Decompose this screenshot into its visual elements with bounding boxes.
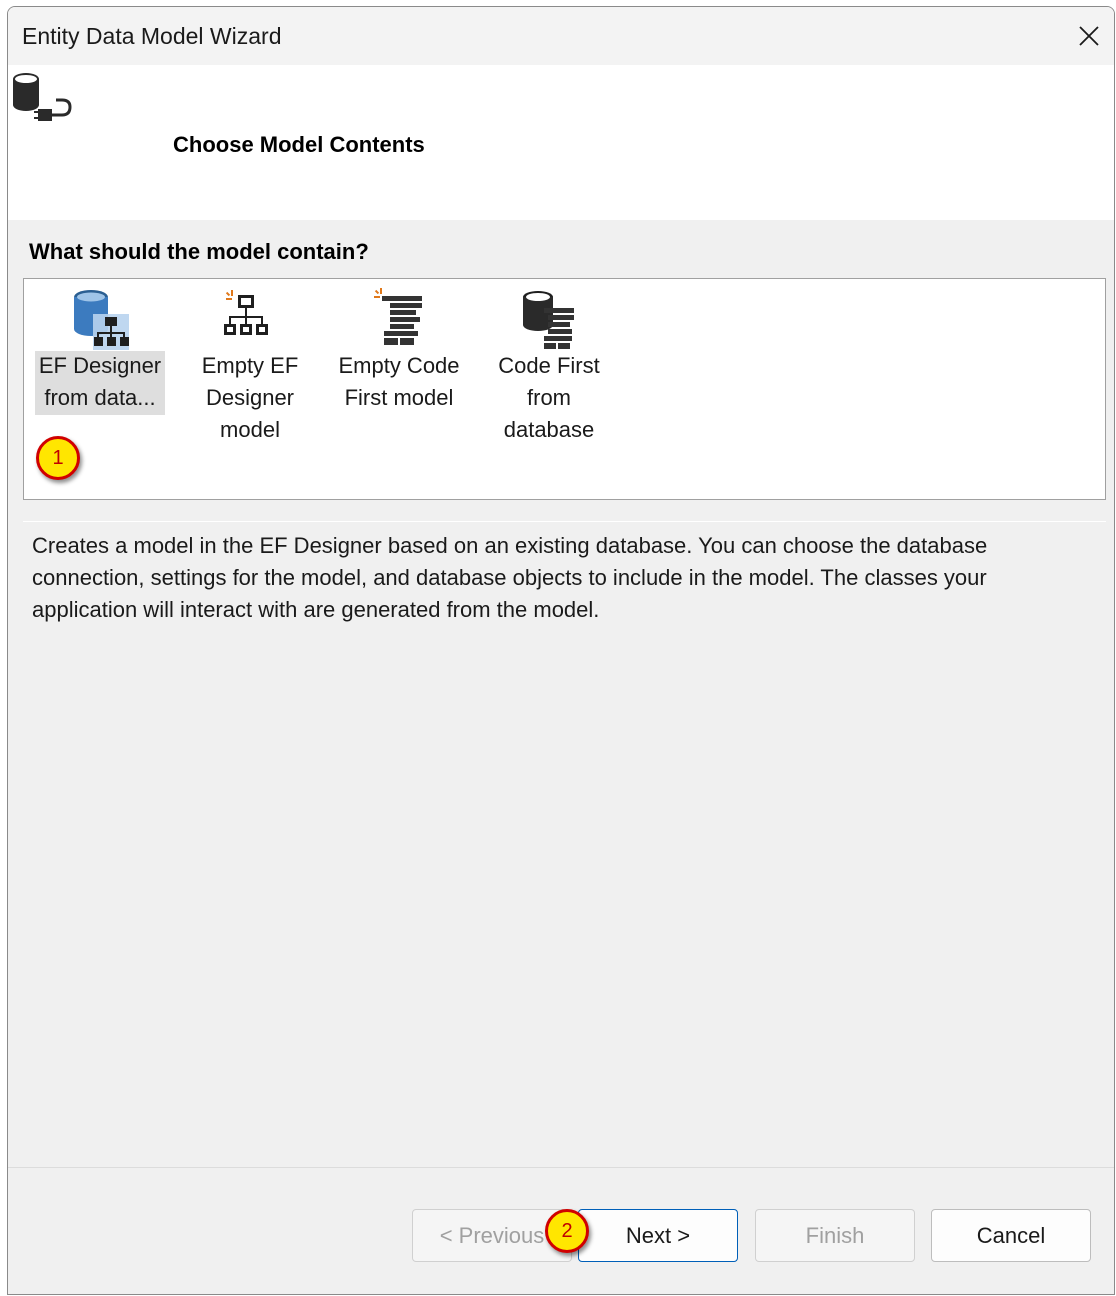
code-first-database-icon bbox=[515, 285, 583, 353]
option-empty-code-first-model[interactable]: Empty Code First model bbox=[329, 279, 469, 429]
option-label: EF Designer from data... bbox=[38, 353, 162, 410]
question-label: What should the model contain? bbox=[29, 239, 369, 264]
empty-code-first-icon bbox=[365, 285, 433, 353]
page-title: Choose Model Contents bbox=[173, 132, 425, 157]
option-ef-designer-from-database[interactable]: EF Designer from data... bbox=[30, 279, 170, 429]
option-code-first-from-database[interactable]: Code First from database bbox=[479, 279, 619, 442]
ef-designer-database-icon bbox=[66, 285, 134, 353]
wizard-window: Entity Data Model Wizard Choose Model Co… bbox=[7, 6, 1115, 1295]
close-icon bbox=[1079, 26, 1099, 46]
option-label: Empty EF Designer model bbox=[201, 353, 299, 442]
wizard-header: Choose Model Contents bbox=[8, 65, 1114, 220]
empty-ef-designer-icon bbox=[216, 285, 284, 353]
option-label: Code First from database bbox=[498, 353, 600, 442]
step-1-annotation-badge: 1 bbox=[36, 436, 80, 480]
model-contents-list[interactable]: EF Designer from data... Empty EF Design… bbox=[23, 278, 1106, 500]
button-bar-divider bbox=[8, 1167, 1114, 1168]
database-plug-icon bbox=[13, 73, 72, 121]
cancel-button[interactable]: Cancel bbox=[931, 1209, 1091, 1262]
window-title: Entity Data Model Wizard bbox=[22, 23, 282, 49]
finish-button[interactable]: Finish bbox=[755, 1209, 915, 1262]
close-button[interactable] bbox=[1064, 7, 1114, 65]
option-description: Creates a model in the EF Designer based… bbox=[23, 521, 1106, 1155]
option-empty-ef-designer-model[interactable]: Empty EF Designer model bbox=[180, 279, 320, 442]
option-label: Empty Code First model bbox=[338, 353, 460, 410]
title-bar: Entity Data Model Wizard bbox=[8, 7, 1114, 65]
next-button[interactable]: Next > bbox=[578, 1209, 738, 1262]
step-2-annotation-badge: 2 bbox=[545, 1209, 589, 1253]
